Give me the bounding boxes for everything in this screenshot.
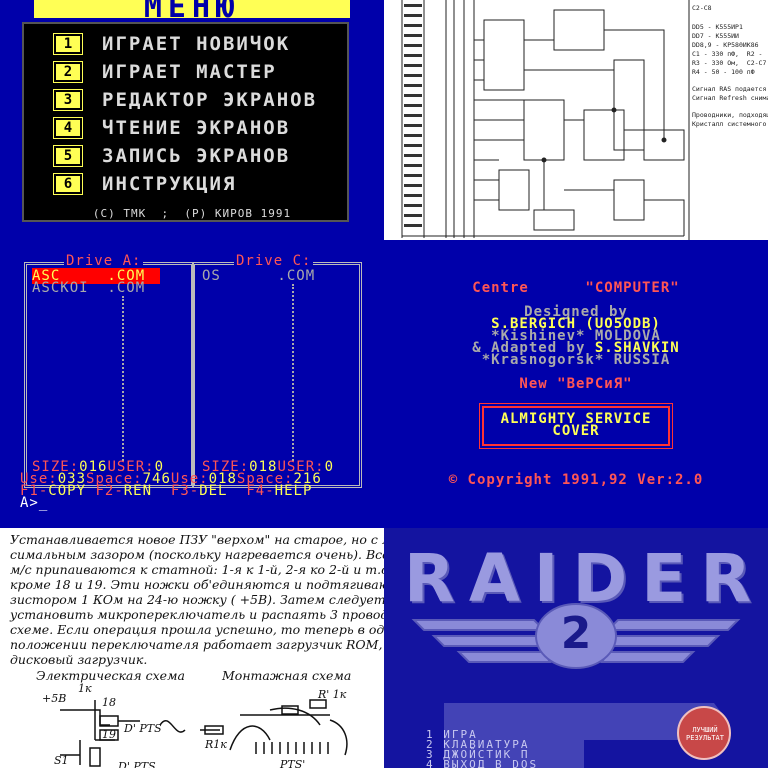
fkey-key: F3 [170,483,190,499]
menu-item-label: ИГРАЕТ МАСТЕР [102,61,277,83]
high-score-label: ЛУЧШИЙ [692,726,718,734]
command-prompt[interactable]: A>_ [20,495,48,511]
doc-line: дисковый загрузчик. [10,652,148,667]
schematic-label: D' PTS [123,722,162,735]
doc-line: схеме. Если операция прошла успешно, то … [10,622,384,637]
schematic-note: Кристалл системного регистра [692,120,767,128]
product-name-2: COVER [552,423,600,439]
doc-line: Устанавливается новое ПЗУ "верхом" на ст… [10,532,384,547]
menu-item-number: 5 [53,145,83,167]
high-score-badge: ЛУЧШИЙ РЕЗУЛЬТАТ [682,726,728,742]
file-entry[interactable]: ASCKOI .COM [32,280,145,296]
new-version: New "ВеРСиЯ" [519,376,633,392]
menu-item-label: РЕДАКТОР ЭКРАНОВ [102,89,318,111]
menu-copyright: (C) TMK ; (P) КИРОВ 1991 [92,207,292,220]
column-divider [292,284,294,461]
copyright: © Copyright 1991,92 Ver:2.0 [448,472,704,488]
schematic-notes: C2-C8 DD5 - K555ИР1 DD7 - K555ИИ DD8,9 - КР… [692,4,768,129]
fkey-label: REN [123,483,153,499]
fkey-label: HELP [274,483,313,499]
fkey-key: F2 [95,483,115,499]
function-key-bar: F1-COPY F2-REN F3-DEL F4-HELP [20,483,312,499]
fkey-label: DEL [199,483,228,499]
schematic-note: DD8,9 - КР580ИК86 [692,41,759,49]
doc-line: симальным зазором (поскольку нагревается… [10,547,384,562]
right-panel-title: Drive C: [234,253,314,269]
user-value: 0 [324,459,335,475]
centre-label: Centre [472,280,529,296]
city-2: *Krasnogorsk* RUSSIA [481,352,671,368]
about-screen: Centre "COMPUTER" Designed by S.BERGICH … [384,240,768,528]
raider-menu-item-exit[interactable]: 4 ВЫХОД В DOS [426,758,538,768]
schematic-note: R4 - 50 - 100 пФ [692,68,755,76]
menu-box: 1 ИГРАЕТ НОВИЧОК 2 ИГРАЕТ МАСТЕР 3 РЕДАК… [22,22,349,222]
file-manager-screen: Drive A: Drive C: ASC .COM ASCKOI .COM O… [0,240,384,528]
doc-line: м/с припаиваются к статной: 1-я к 1-й, 2… [10,562,384,577]
schematic-note: Проводники, подходящие [692,111,768,119]
right-file-panel [192,262,362,488]
menu-item-number: 4 [53,117,83,139]
schematic-label: 18 [102,696,116,709]
centre-line: Centre "COMPUTER" [384,280,768,296]
doc-line: кроме 18 и 19. Эти ножки об'единяются и … [10,577,384,592]
file-entry[interactable]: OS .COM [202,268,315,284]
menu-title-banner: МЕНЮ [34,0,350,25]
schematic-note: C2-C8 [692,4,712,12]
wiring-diagram: +5В 1к 18 19 D' PTS R1к R' 1к PTS' S1 D'… [42,682,348,768]
menu-item-novice[interactable]: 1 ИГРАЕТ НОВИЧОК [53,32,291,56]
schematic-label: 19 [102,728,116,741]
menu-item-instructions[interactable]: 6 ИНСТРУКЦИЯ [53,172,237,196]
schematic-label: R' 1к [317,688,347,701]
schematic-note: DD5 - K555ИР1 [692,23,743,31]
menu-item-label: ЧТЕНИЕ ЭКРАНОВ [102,117,291,139]
schematic-note: C1 - 330 пФ, R2 - [692,50,767,58]
raider-title-screen: RAIDER 2 1 ИГРА 2 КЛАВИАТУРА 3 ДЖОЙСТИК … [384,528,768,768]
high-score-label: РЕЗУЛЬТАТ [686,734,724,742]
document-scan: Устанавливается новое ПЗУ "верхом" на ст… [0,528,384,768]
menu-item-label: ЗАПИСЬ ЭКРАНОВ [102,145,291,167]
schematic-label: R1к [204,738,227,751]
fkey-f3[interactable]: F3-DEL [171,483,228,499]
menu-item-label: ИНСТРУКЦИЯ [102,173,237,195]
menu-item-number: 2 [53,61,83,83]
fkey-f4[interactable]: F4-HELP [246,483,312,499]
menu-item-number: 1 [53,33,83,55]
schematic-label: +5В [42,692,66,705]
schematic-label: D' PTS [117,760,156,768]
schematic-note: Сигнал RAS подается [692,85,767,93]
schematic-note: DD7 - K555ИИ [692,32,739,40]
schematic-note: Сигнал Refresh снимается [692,94,768,102]
schematic-scan: C2-C8 DD5 - K555ИР1 DD7 - K555ИИ DD8,9 - КР… [384,0,768,240]
company-name: "COMPUTER" [585,280,680,296]
doc-line: положении переключателя работает загрузч… [10,637,384,652]
menu-item-master[interactable]: 2 ИГРАЕТ МАСТЕР [53,60,277,84]
column-divider [122,296,124,461]
schematic-label: PTS' [279,758,305,768]
menu-item-screen-editor[interactable]: 3 РЕДАКТОР ЭКРАНОВ [53,88,318,112]
menu-screen: МЕНЮ 1 ИГРАЕТ НОВИЧОК 2 ИГРАЕТ МАСТЕР 3 … [0,0,384,240]
doc-line: зистором 1 КОм на 24-ю ножку ( +5В). Зат… [10,592,384,607]
menu-item-number: 6 [53,173,83,195]
fkey-f2[interactable]: F2-REN [95,483,152,499]
doc-line: установить микропереключатель и распаять… [10,607,384,622]
fkey-label: COPY [48,483,87,499]
menu-item-label: ИГРАЕТ НОВИЧОК [102,33,291,55]
sequel-number-badge: 2 [560,608,592,659]
menu-item-read-screens[interactable]: 4 ЧТЕНИЕ ЭКРАНОВ [53,116,291,140]
menu-item-write-screens[interactable]: 5 ЗАПИСЬ ЭКРАНОВ [53,144,291,168]
fkey-key: F4 [246,483,266,499]
schematic-label: 1к [78,682,92,695]
menu-item-number: 3 [53,89,83,111]
left-panel-title: Drive A: [64,253,144,269]
schematic-note: R3 - 330 Ом, C2-C7 [692,59,767,67]
schematic-label: S1 [54,754,69,767]
